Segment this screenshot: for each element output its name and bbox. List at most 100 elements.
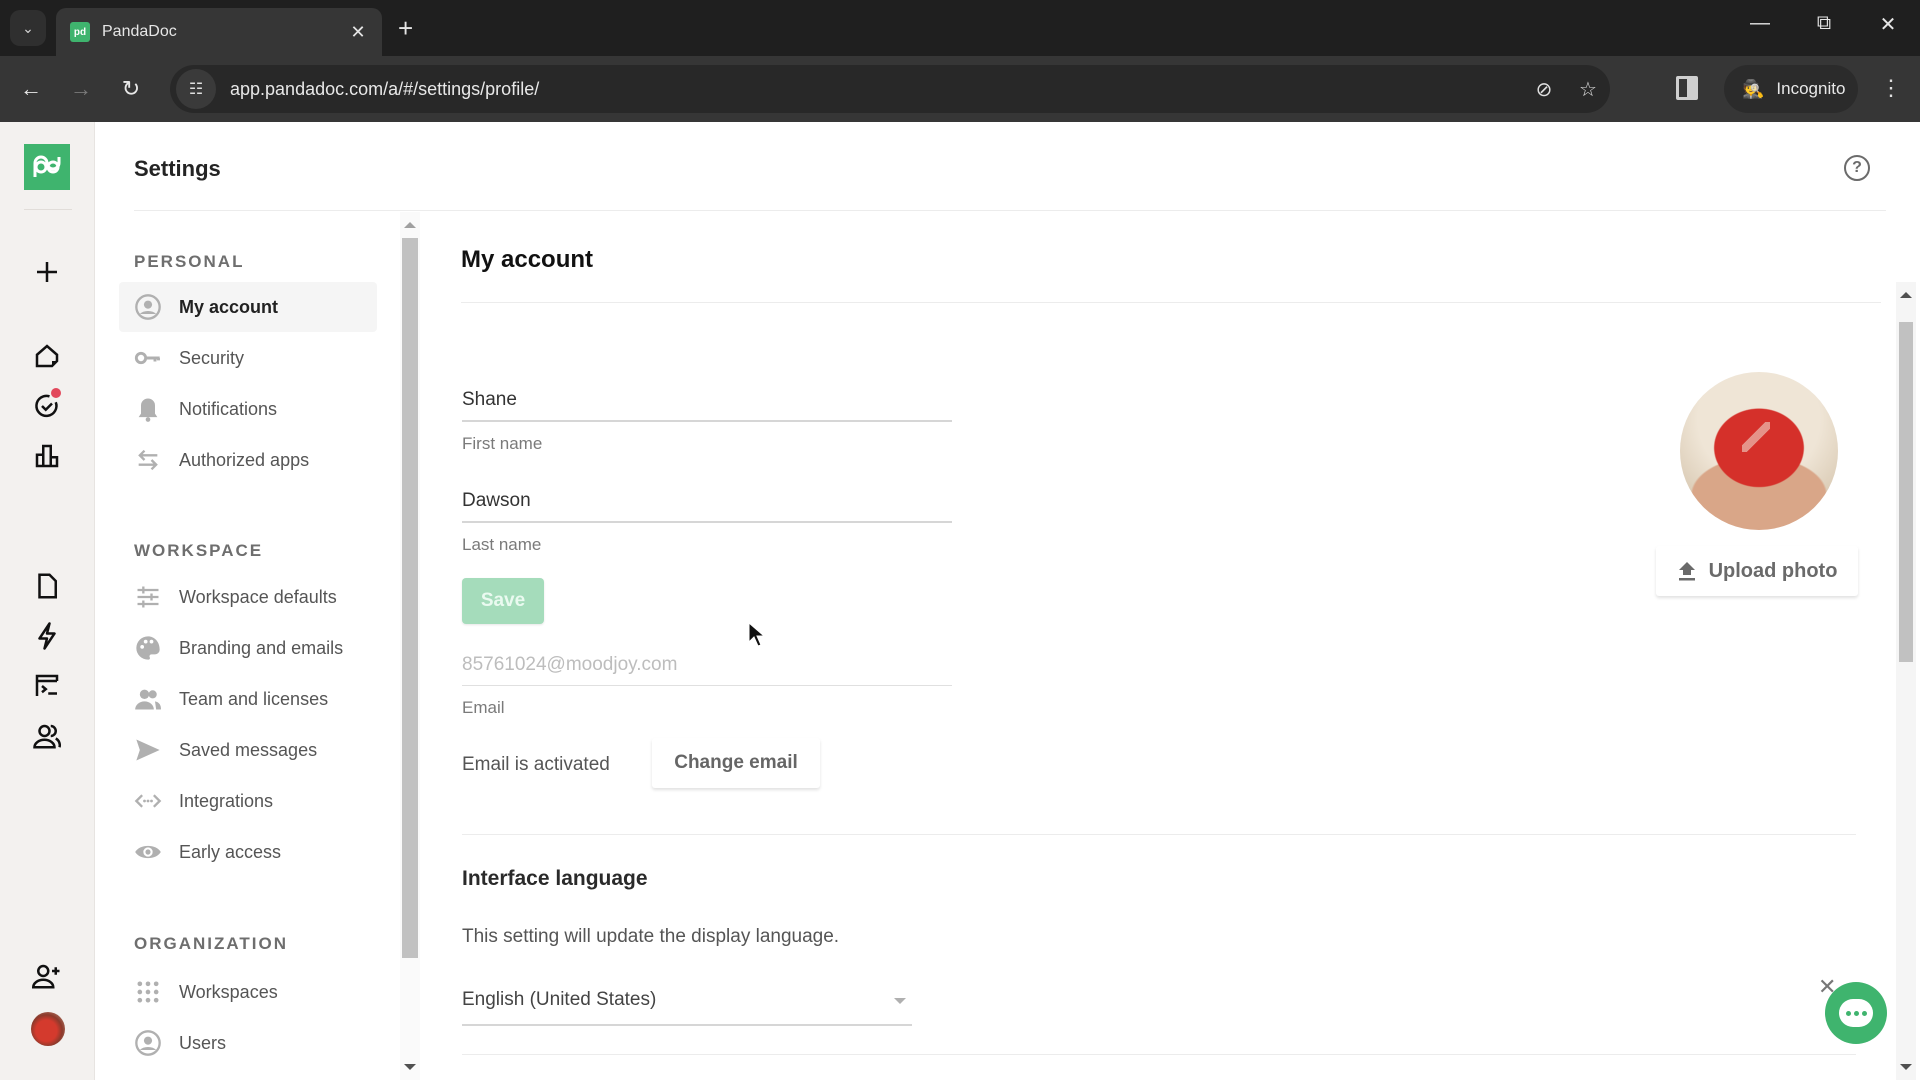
palette-icon bbox=[133, 633, 163, 663]
help-icon[interactable]: ? bbox=[1844, 155, 1870, 181]
reload-icon: ↻ bbox=[121, 76, 141, 101]
automation-button[interactable] bbox=[27, 616, 67, 656]
key-icon bbox=[133, 343, 163, 373]
document-icon bbox=[38, 573, 57, 599]
mouse-cursor-icon bbox=[748, 622, 766, 647]
interface-language-heading: Interface language bbox=[462, 867, 648, 890]
tab-search-button[interactable]: ⌄ bbox=[10, 10, 46, 46]
sidebar-item-team-and-licenses[interactable]: Team and licenses bbox=[119, 674, 377, 724]
close-tab-icon[interactable]: ✕ bbox=[348, 22, 368, 43]
incognito-label: Incognito bbox=[1776, 79, 1846, 98]
restore-window-button[interactable]: ⧉ bbox=[1804, 12, 1844, 35]
settings-title: Settings bbox=[134, 156, 221, 181]
language-select[interactable]: English (United States) bbox=[462, 976, 912, 1026]
new-tab-button[interactable]: + bbox=[398, 14, 413, 42]
send-icon bbox=[133, 735, 163, 765]
main-scrollbar[interactable] bbox=[1896, 282, 1916, 1080]
scroll-up-arrow-icon[interactable] bbox=[404, 222, 416, 228]
minimize-window-button[interactable]: — bbox=[1740, 12, 1780, 35]
email-field: 85761024@moodjoy.com Email bbox=[462, 638, 952, 718]
sidebar-item-integrations[interactable]: Integrations bbox=[119, 776, 377, 826]
eye-icon bbox=[133, 837, 163, 867]
chat-widget-button[interactable] bbox=[1825, 982, 1887, 1044]
plus-icon bbox=[37, 262, 57, 282]
first-name-field: Shane First name bbox=[462, 374, 952, 454]
user-avatar[interactable] bbox=[31, 1012, 65, 1046]
sidebar-item-users[interactable]: Users bbox=[119, 1018, 377, 1068]
email-status-text: Email is activated bbox=[462, 754, 610, 775]
sidebar-item-label: Early access bbox=[179, 841, 282, 862]
sidebar-item-security[interactable]: Security bbox=[119, 333, 377, 383]
create-new-button[interactable] bbox=[27, 252, 67, 292]
close-window-button[interactable]: ✕ bbox=[1868, 12, 1908, 37]
notification-dot bbox=[51, 388, 61, 398]
sidebar-item-branding-and-emails[interactable]: Branding and emails bbox=[119, 623, 377, 673]
sidebar-item-label: Branding and emails bbox=[179, 637, 344, 658]
sidebar-item-saved-messages[interactable]: Saved messages bbox=[119, 725, 377, 775]
dropdown-caret-icon bbox=[894, 998, 906, 1004]
change-email-button[interactable]: Change email bbox=[652, 738, 820, 788]
arrow-right-icon: → bbox=[70, 76, 92, 101]
sidebar-scrollbar[interactable] bbox=[400, 212, 420, 1080]
home-button[interactable] bbox=[27, 336, 67, 376]
sidebar-scroll-thumb[interactable] bbox=[402, 238, 418, 958]
main-scroll-thumb[interactable] bbox=[1899, 322, 1913, 662]
last-name-label: Last name bbox=[462, 535, 542, 554]
site-info-icon[interactable]: ☷ bbox=[176, 69, 216, 109]
pandadoc-logo-icon bbox=[33, 155, 61, 177]
side-panel-icon[interactable] bbox=[1676, 76, 1698, 100]
contacts-icon bbox=[33, 724, 62, 749]
contacts-button[interactable] bbox=[27, 716, 67, 756]
browser-tab[interactable]: pd PandaDoc ✕ bbox=[56, 8, 382, 56]
incognito-indicator[interactable]: 🕵 Incognito bbox=[1724, 65, 1858, 113]
first-name-input[interactable]: Shane bbox=[462, 374, 952, 422]
bookmark-star-icon[interactable]: ☆ bbox=[1566, 77, 1610, 102]
scroll-up-arrow-icon[interactable] bbox=[1900, 292, 1912, 298]
user-circle-icon bbox=[133, 1028, 163, 1058]
eye-slash-icon[interactable]: ⊘ bbox=[1522, 77, 1566, 102]
invite-user-button[interactable] bbox=[27, 956, 67, 996]
grid-icon bbox=[133, 977, 163, 1007]
sidebar-item-workspaces[interactable]: Workspaces bbox=[119, 967, 377, 1017]
tasks-button[interactable] bbox=[27, 386, 67, 426]
sidebar-item-label: Users bbox=[179, 1032, 227, 1053]
address-bar[interactable]: ☷ app.pandadoc.com/a/#/settings/profile/… bbox=[170, 65, 1610, 113]
pandadoc-logo[interactable] bbox=[24, 144, 70, 190]
home-icon bbox=[35, 344, 59, 368]
team-icon bbox=[133, 684, 163, 714]
arrow-left-icon: ← bbox=[20, 76, 42, 101]
back-button[interactable]: ← bbox=[16, 74, 46, 104]
section-label-organization: ORGANIZATION bbox=[134, 934, 289, 953]
last-name-input[interactable]: Dawson bbox=[462, 475, 952, 523]
templates-button[interactable] bbox=[27, 666, 67, 706]
sidebar-item-label: Security bbox=[179, 347, 245, 368]
sidebar-item-authorized-apps[interactable]: Authorized apps bbox=[119, 435, 377, 485]
scroll-down-arrow-icon[interactable] bbox=[404, 1064, 416, 1070]
save-button[interactable]: Save bbox=[462, 578, 544, 624]
language-selected-value: English (United States) bbox=[462, 989, 657, 1010]
swap-arrows-icon bbox=[133, 445, 163, 475]
scroll-down-arrow-icon[interactable] bbox=[1900, 1064, 1912, 1070]
sidebar-item-label: Notifications bbox=[179, 398, 278, 419]
bell-icon bbox=[133, 394, 163, 424]
user-circle-icon bbox=[133, 292, 163, 322]
reports-button[interactable] bbox=[27, 436, 67, 476]
section-label-workspace: WORKSPACE bbox=[134, 541, 264, 560]
documents-button[interactable] bbox=[27, 566, 67, 606]
sidebar-item-label: Saved messages bbox=[179, 739, 318, 760]
sliders-icon bbox=[133, 582, 163, 612]
sidebar-item-label: My account bbox=[179, 296, 279, 317]
sidebar-item-early-access[interactable]: Early access bbox=[119, 827, 377, 877]
browser-menu-icon[interactable]: ⋮ bbox=[1880, 76, 1902, 100]
user-plus-icon bbox=[32, 964, 60, 989]
reload-button[interactable]: ↻ bbox=[116, 74, 146, 104]
forward-button[interactable]: → bbox=[66, 74, 96, 104]
sidebar-item-notifications[interactable]: Notifications bbox=[119, 384, 377, 434]
url-text[interactable]: app.pandadoc.com/a/#/settings/profile/ bbox=[230, 79, 1522, 100]
sidebar-item-label: Integrations bbox=[179, 790, 274, 811]
incognito-icon: 🕵 bbox=[1742, 78, 1765, 99]
sidebar-item-workspace-defaults[interactable]: Workspace defaults bbox=[119, 572, 377, 622]
browser-toolbar: ← → ↻ ☷ app.pandadoc.com/a/#/settings/pr… bbox=[0, 56, 1920, 122]
upload-photo-button[interactable]: Upload photo bbox=[1656, 546, 1858, 596]
sidebar-item-my-account[interactable]: My account bbox=[119, 282, 377, 332]
